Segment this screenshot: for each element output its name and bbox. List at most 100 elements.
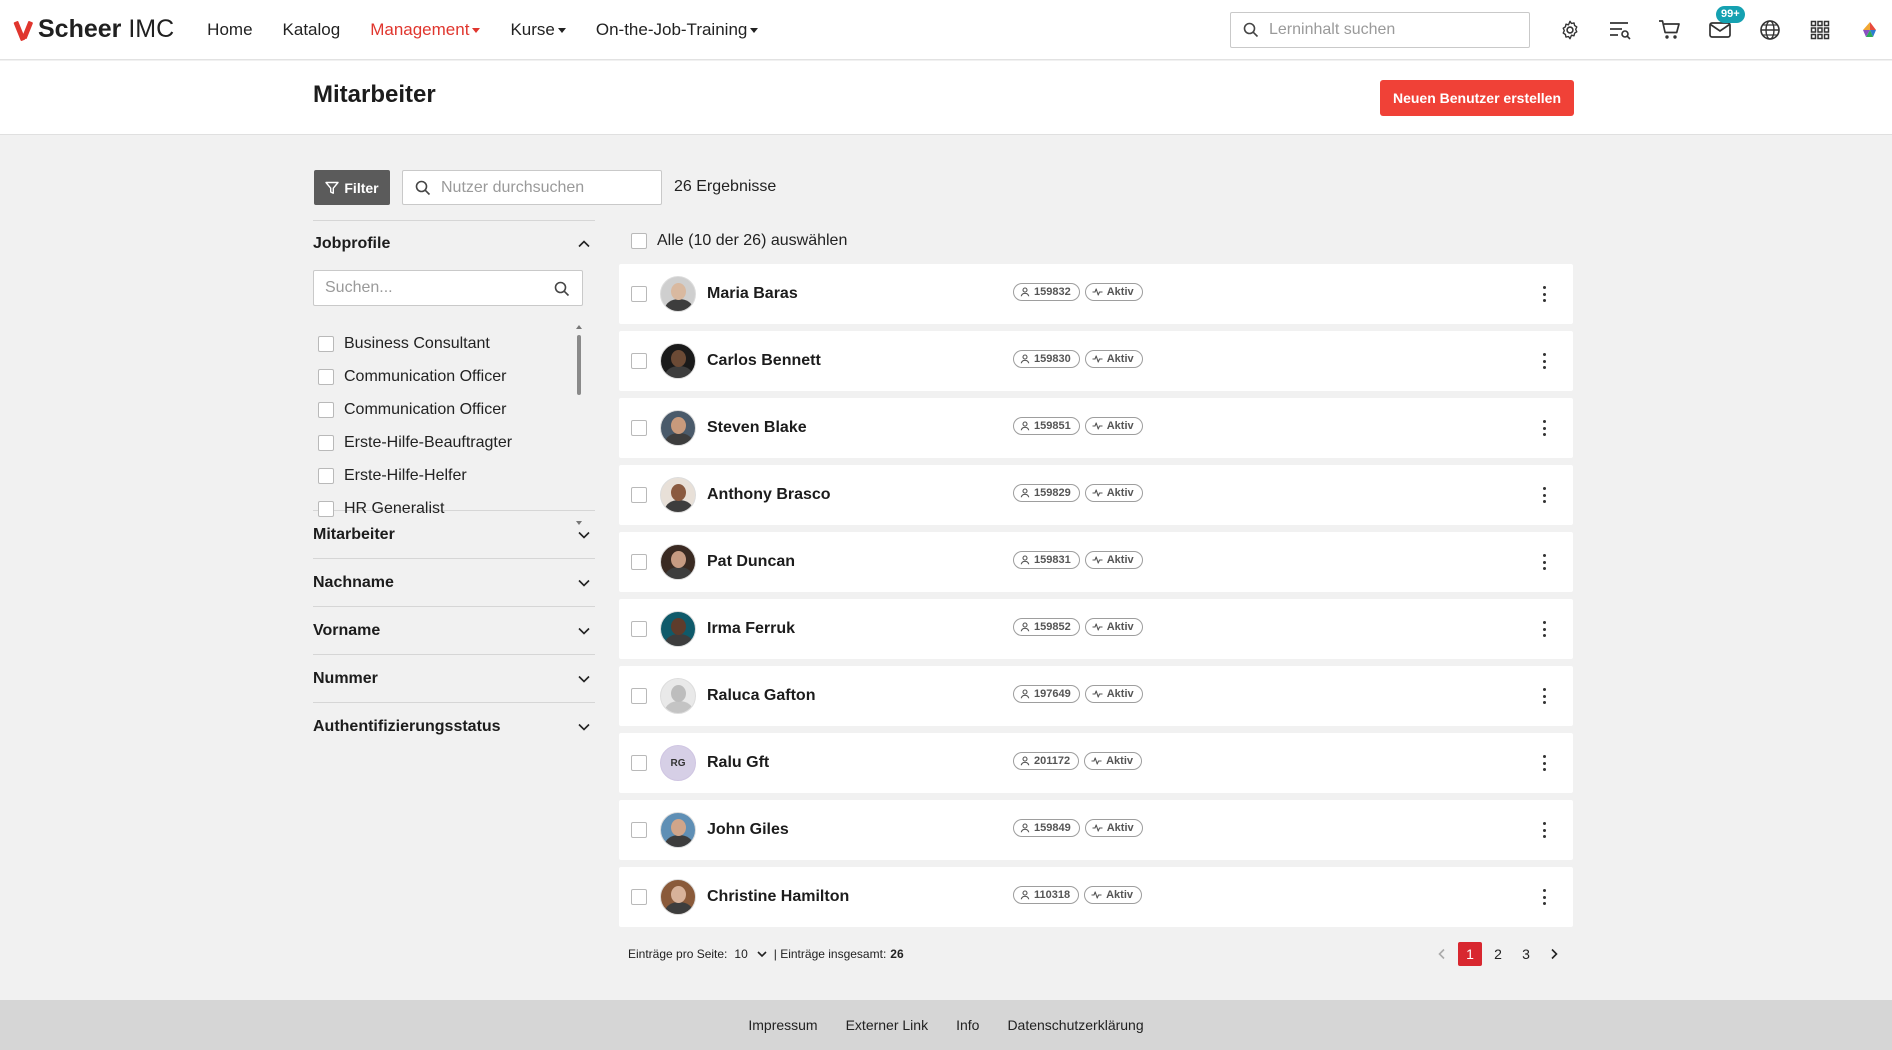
logo-mark-icon (14, 19, 34, 41)
footer-link-impressum[interactable]: Impressum (748, 1017, 817, 1033)
more-options-icon[interactable] (1543, 487, 1547, 503)
user-id-badge: 159831 (1013, 551, 1080, 569)
next-page-icon[interactable] (1542, 942, 1566, 966)
user-checkbox[interactable] (631, 420, 647, 436)
footer-link-externer-link[interactable]: Externer Link (846, 1017, 928, 1033)
prev-page-icon[interactable] (1430, 942, 1454, 966)
more-options-icon[interactable] (1543, 286, 1547, 302)
user-row[interactable]: Raluca Gafton 197649 Aktiv (619, 666, 1573, 726)
jobprofile-search[interactable] (313, 270, 583, 306)
page-2-button[interactable]: 2 (1486, 942, 1510, 966)
option-checkbox[interactable] (318, 368, 334, 385)
list-search-icon[interactable] (1595, 10, 1645, 50)
user-row[interactable]: Steven Blake 159851 Aktiv (619, 398, 1573, 458)
option-checkbox[interactable] (318, 434, 334, 451)
select-all[interactable]: Alle (10 der 26) auswählen (631, 232, 847, 250)
user-search-input[interactable] (441, 178, 641, 197)
user-search[interactable] (402, 170, 662, 205)
more-options-icon[interactable] (1543, 554, 1547, 570)
user-row[interactable]: Irma Ferruk 159852 Aktiv (619, 599, 1573, 659)
create-user-button[interactable]: Neuen Benutzer erstellen (1380, 80, 1574, 116)
scroll-down-icon[interactable] (576, 521, 582, 525)
user-checkbox[interactable] (631, 554, 647, 570)
footer-link-datenschutzerklarung[interactable]: Datenschutzerklärung (1007, 1017, 1143, 1033)
globe-icon[interactable] (1745, 10, 1795, 50)
more-options-icon[interactable] (1543, 822, 1547, 838)
user-name[interactable]: John Giles (707, 821, 1007, 839)
user-row[interactable]: Pat Duncan 159831 Aktiv (619, 532, 1573, 592)
user-row[interactable]: Carlos Bennett 159830 Aktiv (619, 331, 1573, 391)
user-row[interactable]: RG Ralu Gft 201172 Aktiv (619, 733, 1573, 793)
user-row[interactable]: Maria Baras 159832 Aktiv (619, 264, 1573, 324)
option-checkbox[interactable] (318, 335, 334, 352)
user-checkbox[interactable] (631, 487, 647, 503)
page-3-button[interactable]: 3 (1514, 942, 1538, 966)
facet-nachname[interactable]: Nachname (313, 558, 595, 606)
nav-item-kurse[interactable]: Kurse (510, 20, 566, 40)
jobprofile-option[interactable]: Business Consultant (318, 327, 580, 360)
jobprofile-scrollbar[interactable] (575, 325, 583, 525)
per-page-select[interactable]: 10 (734, 947, 767, 961)
option-checkbox[interactable] (318, 467, 334, 484)
option-checkbox[interactable] (318, 401, 334, 418)
nav-item-katalog[interactable]: Katalog (283, 20, 341, 40)
option-checkbox[interactable] (318, 500, 334, 517)
facet-authentifizierungsstatus[interactable]: Authentifizierungsstatus (313, 702, 595, 750)
jobprofile-option[interactable]: Communication Officer (318, 393, 580, 426)
content-search[interactable] (1230, 12, 1530, 48)
gear-icon[interactable] (1545, 10, 1595, 50)
user-name[interactable]: Carlos Bennett (707, 352, 1007, 370)
footer-link-info[interactable]: Info (956, 1017, 979, 1033)
cart-icon[interactable] (1645, 10, 1695, 50)
user-checkbox[interactable] (631, 889, 647, 905)
user-checkbox[interactable] (631, 822, 647, 838)
user-name[interactable]: Irma Ferruk (707, 620, 1007, 638)
jobprofile-option[interactable]: Erste-Hilfe-Beauftragter (318, 426, 580, 459)
user-row[interactable]: Christine Hamilton 110318 Aktiv (619, 867, 1573, 927)
facet-vorname[interactable]: Vorname (313, 606, 595, 654)
nav-item-home[interactable]: Home (207, 20, 252, 40)
user-checkbox[interactable] (631, 286, 647, 302)
status-badge: Aktiv (1084, 886, 1143, 904)
user-name[interactable]: Pat Duncan (707, 553, 1007, 571)
jobprofile-search-input[interactable] (325, 279, 535, 297)
nav-item-on-the-job-training[interactable]: On-the-Job-Training (596, 20, 759, 40)
user-checkbox[interactable] (631, 755, 647, 771)
user-name[interactable]: Steven Blake (707, 419, 1007, 437)
facet-jobprofile-header[interactable]: Jobprofile (313, 220, 595, 266)
more-options-icon[interactable] (1543, 755, 1547, 771)
more-options-icon[interactable] (1543, 688, 1547, 704)
jobprofile-option[interactable]: Communication Officer (318, 360, 580, 393)
jobprofile-option[interactable]: Erste-Hilfe-Helfer (318, 459, 580, 492)
nav-item-management[interactable]: Management (370, 20, 481, 40)
more-options-icon[interactable] (1543, 621, 1547, 637)
select-all-checkbox[interactable] (631, 233, 647, 249)
page-1-button[interactable]: 1 (1458, 942, 1482, 966)
user-checkbox[interactable] (631, 353, 647, 369)
user-row[interactable]: John Giles 159849 Aktiv (619, 800, 1573, 860)
scrollbar-thumb[interactable] (577, 335, 581, 395)
logo[interactable]: Scheer IMC (14, 15, 174, 44)
jobprofile-options: Business Consultant Communication Officer… (318, 327, 580, 525)
more-options-icon[interactable] (1543, 420, 1547, 436)
user-checkbox[interactable] (631, 621, 647, 637)
content-search-input[interactable] (1269, 21, 1509, 39)
user-name[interactable]: Anthony Brasco (707, 486, 1007, 504)
facet-nummer[interactable]: Nummer (313, 654, 595, 702)
more-options-icon[interactable] (1543, 889, 1547, 905)
user-name[interactable]: Raluca Gafton (707, 687, 1007, 705)
user-checkbox[interactable] (631, 688, 647, 704)
user-name[interactable]: Ralu Gft (707, 754, 1007, 772)
user-name[interactable]: Maria Baras (707, 285, 1007, 303)
filter-button[interactable]: Filter (314, 170, 390, 205)
apps-grid-icon[interactable] (1795, 10, 1845, 50)
more-options-icon[interactable] (1543, 353, 1547, 369)
page-header: Mitarbeiter Neuen Benutzer erstellen (0, 61, 1892, 135)
mail-icon[interactable]: 99+ (1695, 6, 1745, 50)
scroll-up-icon[interactable] (576, 325, 582, 329)
user-id-badge: 159851 (1013, 417, 1080, 435)
user-row[interactable]: Anthony Brasco 159829 Aktiv (619, 465, 1573, 525)
user-name[interactable]: Christine Hamilton (707, 888, 1007, 906)
color-logo-icon[interactable] (1845, 10, 1892, 50)
jobprofile-option[interactable]: HR Generalist (318, 492, 580, 525)
